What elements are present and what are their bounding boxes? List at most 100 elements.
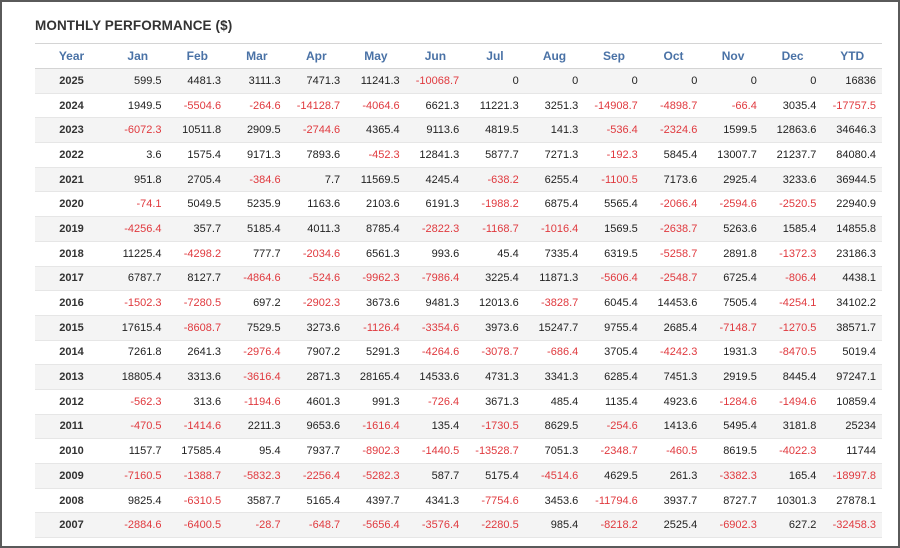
- month-value-cell: 8619.5: [703, 438, 763, 464]
- month-value-cell: 6191.3: [405, 191, 466, 218]
- month-value-cell: 4923.6: [643, 389, 704, 415]
- month-value-cell: -4022.3: [762, 438, 823, 464]
- month-value-cell: -3616.4: [227, 364, 287, 390]
- month-value-cell: -8902.3: [346, 438, 406, 464]
- ytd-cell: 4438.1: [822, 266, 882, 292]
- month-value-cell: 951.8: [108, 167, 168, 193]
- month-value-cell: -4242.3: [643, 340, 704, 366]
- month-value-cell: -1194.6: [227, 389, 287, 415]
- month-value-cell: -7160.5: [108, 463, 168, 489]
- column-header-year: Year: [35, 43, 108, 69]
- month-value-cell: 12863.6: [762, 117, 823, 144]
- column-header-may: May: [346, 43, 406, 69]
- month-value-cell: 1157.7: [108, 438, 168, 464]
- month-value-cell: 1931.3: [703, 340, 763, 366]
- column-header-sep: Sep: [584, 43, 644, 69]
- ytd-cell: 34102.2: [822, 290, 882, 316]
- month-value-cell: 9113.6: [405, 117, 466, 144]
- ytd-cell: 10859.4: [822, 389, 882, 415]
- year-cell: 2010: [35, 438, 108, 464]
- table-row: 2018 11225.4 -4298.2 777.7 -2034.6 6561.3 993.…: [35, 241, 882, 267]
- year-cell: 2016: [35, 290, 108, 316]
- month-value-cell: 28165.4: [346, 364, 406, 390]
- month-value-cell: 7893.6: [286, 142, 347, 168]
- column-header-apr: Apr: [286, 43, 347, 69]
- month-value-cell: 7051.3: [524, 438, 585, 464]
- month-value-cell: 15247.7: [524, 315, 585, 341]
- month-value-cell: 5049.5: [167, 191, 228, 218]
- month-value-cell: -6902.3: [703, 512, 763, 539]
- panel-title: MONTHLY PERFORMANCE ($): [35, 18, 233, 33]
- month-value-cell: 9481.3: [405, 290, 466, 316]
- table-header-row: Year Jan Feb Mar Apr May Jun Jul Aug Sep Oct Nov Dec…: [35, 43, 882, 69]
- month-value-cell: -5504.6: [167, 93, 228, 119]
- month-value-cell: 2909.5: [227, 117, 287, 144]
- month-value-cell: 7529.5: [227, 315, 287, 341]
- month-value-cell: 4397.7: [346, 488, 406, 514]
- table-row: 2008 9825.4 -6310.5 3587.7 5165.4 4397.7 4341.…: [35, 488, 882, 514]
- month-value-cell: 7471.3: [286, 68, 347, 94]
- table-row: 2020 -74.1 5049.5 5235.9 1163.6 2103.6 6191.3-…: [35, 191, 882, 218]
- month-value-cell: 2705.4: [167, 167, 228, 193]
- month-value-cell: 6621.3: [405, 93, 466, 119]
- table-row: 2023 -6072.3 10511.8 2909.5 -2744.6 4365.4 911…: [35, 117, 882, 144]
- month-value-cell: 12013.6: [465, 290, 525, 316]
- month-value-cell: -2280.5: [465, 512, 525, 539]
- month-value-cell: 1949.5: [108, 93, 168, 119]
- month-value-cell: 10511.8: [167, 117, 228, 144]
- month-value-cell: 17615.4: [108, 315, 168, 341]
- month-value-cell: 17585.4: [167, 438, 228, 464]
- month-value-cell: 5235.9: [227, 191, 287, 218]
- month-value-cell: 0: [762, 68, 823, 94]
- month-value-cell: 985.4: [524, 512, 585, 539]
- month-value-cell: 1599.5: [703, 117, 763, 144]
- month-value-cell: -2256.4: [286, 463, 347, 489]
- month-value-cell: 993.6: [405, 241, 466, 267]
- month-value-cell: -2520.5: [762, 191, 823, 218]
- month-value-cell: 2211.3: [227, 414, 287, 440]
- month-value-cell: -66.4: [703, 93, 763, 119]
- ytd-cell: 38571.7: [822, 315, 882, 341]
- month-value-cell: 3.6: [108, 142, 168, 168]
- month-value-cell: -3828.7: [524, 290, 585, 316]
- month-value-cell: -470.5: [108, 414, 168, 440]
- column-header-ytd: YTD: [822, 43, 882, 69]
- month-value-cell: -638.2: [465, 167, 525, 193]
- month-value-cell: -1388.7: [167, 463, 228, 489]
- month-value-cell: 5877.7: [465, 142, 525, 168]
- month-value-cell: -4898.7: [643, 93, 704, 119]
- month-value-cell: 6045.4: [584, 290, 644, 316]
- ytd-cell: 22940.9: [822, 191, 882, 218]
- month-value-cell: 357.7: [167, 216, 228, 242]
- month-value-cell: -1372.3: [762, 241, 823, 267]
- month-value-cell: 2925.4: [703, 167, 763, 193]
- month-value-cell: -2902.3: [286, 290, 347, 316]
- month-value-cell: -2822.3: [405, 216, 466, 242]
- month-value-cell: 0: [524, 68, 585, 94]
- month-value-cell: -5282.3: [346, 463, 406, 489]
- month-value-cell: 3705.4: [584, 340, 644, 366]
- month-value-cell: 0: [584, 68, 644, 94]
- month-value-cell: -2066.4: [643, 191, 704, 218]
- table-row: 2015 17615.4 -8608.7 7529.5 3273.6 -1126.4 -33…: [35, 315, 882, 341]
- month-value-cell: -1126.4: [346, 315, 406, 341]
- month-value-cell: -8470.5: [762, 340, 823, 366]
- month-value-cell: -264.6: [227, 93, 287, 119]
- month-value-cell: -9962.3: [346, 266, 406, 292]
- year-cell: 2008: [35, 488, 108, 514]
- column-header-aug: Aug: [524, 43, 585, 69]
- month-value-cell: 4341.3: [405, 488, 466, 514]
- month-value-cell: 14533.6: [405, 364, 466, 390]
- month-value-cell: 3273.6: [286, 315, 347, 341]
- month-value-cell: 11569.5: [346, 167, 406, 193]
- month-value-cell: 5185.4: [227, 216, 287, 242]
- month-value-cell: -1730.5: [465, 414, 525, 440]
- month-value-cell: 11871.3: [524, 266, 585, 292]
- month-value-cell: 3035.4: [762, 93, 823, 119]
- column-header-mar: Mar: [227, 43, 287, 69]
- month-value-cell: 3313.6: [167, 364, 228, 390]
- table-row: 2010 1157.7 17585.4 95.4 7937.7 -8902.3 -1440.…: [35, 438, 882, 464]
- month-value-cell: -7148.7: [703, 315, 763, 341]
- month-value-cell: 18805.4: [108, 364, 168, 390]
- ytd-cell: 25234: [822, 414, 882, 440]
